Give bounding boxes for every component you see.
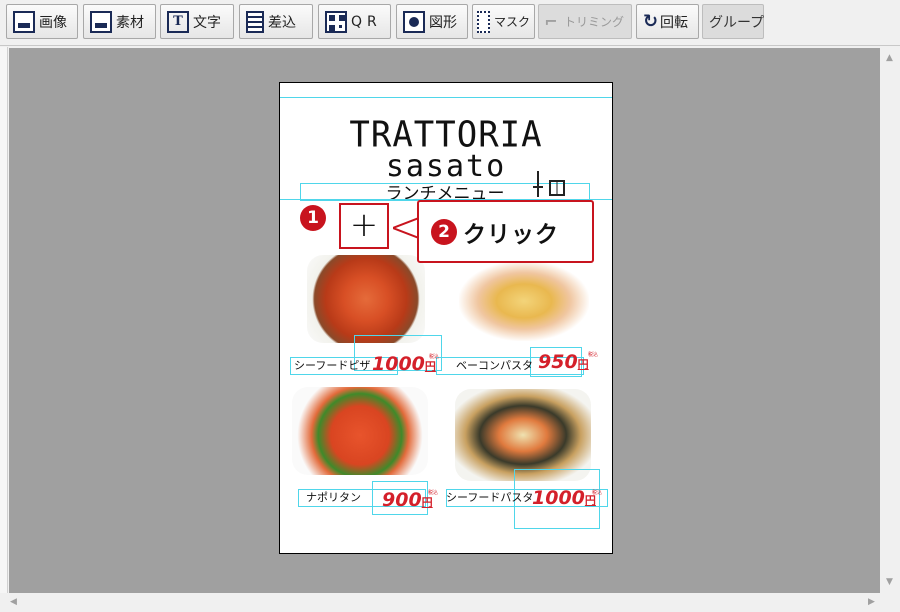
qr-button-label: QR bbox=[351, 13, 382, 30]
step-2-badge: 2 bbox=[431, 218, 457, 245]
shape-button-label: 図形 bbox=[429, 14, 457, 31]
tax-note: 税込 bbox=[428, 490, 439, 496]
dish-price: 900円 bbox=[382, 489, 433, 511]
dish-price: 950円 bbox=[538, 351, 589, 373]
group-button-label: グループ bbox=[709, 14, 765, 31]
crop-button[interactable]: ⌐ トリミング bbox=[538, 4, 632, 39]
toolbar: 画像 素材 T 文字 差込 QR 図形 マスク ⌐ トリミング ↻ 回転 グルー… bbox=[0, 0, 900, 46]
step-1-badge: 1 bbox=[300, 205, 326, 231]
dish-name: ナポリタン bbox=[306, 491, 361, 504]
scroll-down-icon[interactable]: ▼ bbox=[886, 577, 893, 587]
merge-button-label: 差込 bbox=[268, 14, 296, 31]
qr-button[interactable]: QR bbox=[318, 4, 391, 39]
pizza-photo[interactable] bbox=[307, 255, 425, 343]
dish-name: ベーコンパスタ bbox=[456, 359, 533, 372]
material-icon bbox=[90, 10, 112, 33]
left-ruler bbox=[0, 47, 8, 593]
vertical-scrollbar[interactable]: ▲ ▼ bbox=[880, 47, 900, 593]
rotate-button[interactable]: ↻ 回転 bbox=[636, 4, 699, 39]
scroll-up-icon[interactable]: ▲ bbox=[886, 53, 893, 63]
rotate-icon: ↻ bbox=[643, 10, 659, 32]
material-button-label: 素材 bbox=[116, 14, 144, 31]
mask-button[interactable]: マスク bbox=[472, 4, 535, 39]
merge-icon bbox=[246, 10, 264, 33]
tax-note: 税込 bbox=[429, 354, 440, 360]
merge-button[interactable]: 差込 bbox=[239, 4, 313, 39]
shape-icon bbox=[403, 10, 425, 33]
seafood-pasta-photo[interactable] bbox=[455, 389, 591, 481]
callout-text: クリック bbox=[463, 221, 559, 248]
text-button[interactable]: T 文字 bbox=[160, 4, 234, 39]
image-button[interactable]: 画像 bbox=[6, 4, 78, 39]
image-icon bbox=[13, 10, 35, 33]
dish-price: 1000円 bbox=[372, 353, 436, 375]
shape-button[interactable]: 図形 bbox=[396, 4, 468, 39]
dish-name: シーフードパスタ bbox=[446, 491, 534, 504]
material-button[interactable]: 素材 bbox=[83, 4, 156, 39]
bacon-pasta-photo[interactable] bbox=[459, 261, 589, 341]
image-button-label: 画像 bbox=[39, 14, 67, 31]
mask-button-label: マスク bbox=[493, 15, 530, 29]
dish-name: シーフードピザ bbox=[294, 359, 371, 372]
text-button-label: 文字 bbox=[193, 14, 221, 31]
tower-illustration bbox=[533, 171, 565, 197]
scroll-right-icon[interactable]: ▶ bbox=[868, 597, 875, 607]
scroll-left-icon[interactable]: ◀ bbox=[10, 597, 17, 607]
tax-note: 税込 bbox=[588, 352, 599, 358]
crop-button-label: トリミング bbox=[564, 15, 625, 29]
rotate-button-label: 回転 bbox=[660, 14, 688, 31]
qr-icon bbox=[325, 10, 347, 33]
design-page[interactable]: TRATTORIA sasato ランチメニュー シーフードピザ 1000円 税… bbox=[279, 82, 613, 554]
horizontal-scrollbar[interactable]: ◀ ▶ bbox=[0, 593, 900, 612]
napolitan-photo[interactable] bbox=[292, 387, 428, 475]
dish-price: 1000円 bbox=[532, 487, 596, 509]
mask-icon bbox=[477, 10, 490, 33]
crop-icon: ⌐ bbox=[544, 11, 558, 31]
text-icon: T bbox=[167, 10, 189, 33]
guide-line bbox=[280, 97, 612, 98]
click-callout: 2 クリック bbox=[417, 200, 594, 263]
add-button[interactable]: + bbox=[339, 203, 389, 249]
tax-note: 税込 bbox=[592, 490, 603, 496]
group-button[interactable]: グループ bbox=[702, 4, 764, 39]
